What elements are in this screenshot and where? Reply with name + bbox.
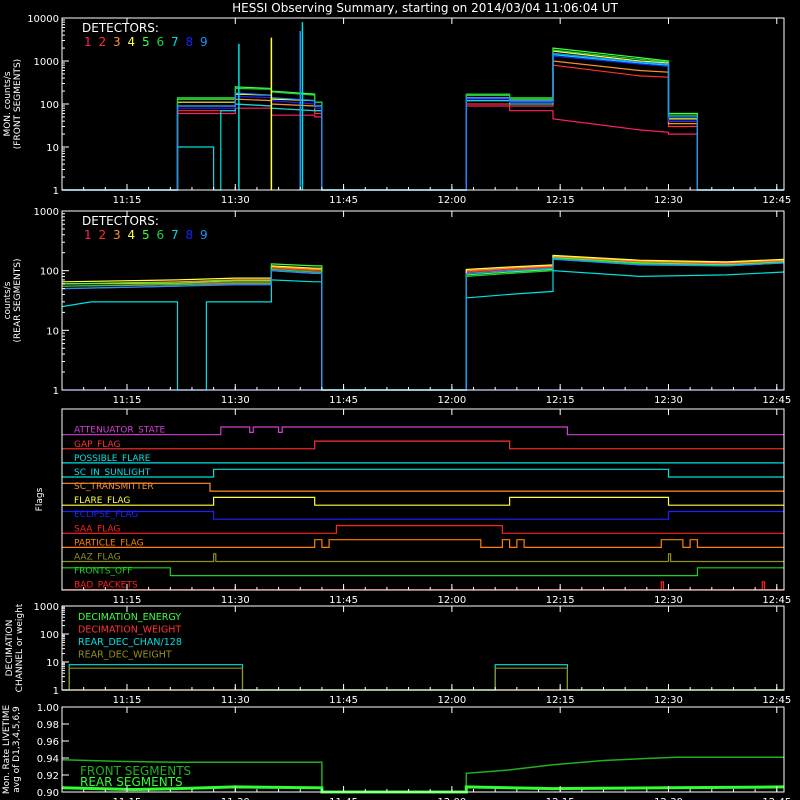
- rear-panel-legend-entry: 5: [142, 228, 150, 242]
- front-panel-legend-entry: 8: [186, 35, 194, 49]
- front-panel-xtick-label: 12:45: [762, 195, 791, 206]
- front-panel-xtick-label: 12:30: [654, 195, 683, 206]
- decimation-panel-ytick-label: 1: [53, 686, 59, 697]
- front-panel-xtick-label: 12:15: [546, 195, 575, 206]
- rear-panel-ylabel: (REAR SEGMENTS): [13, 258, 23, 342]
- flag-label: AAZ_FLAG: [74, 552, 121, 562]
- decimation-panel-xtick-label: 11:15: [113, 695, 142, 706]
- livetime-panel-ytick-label: 1.00: [37, 703, 59, 714]
- decimation-panel-xtick-label: 12:00: [437, 695, 466, 706]
- rear-panel-legend-entry: 8: [186, 228, 194, 242]
- front-panel-ytick-label: 1: [53, 186, 59, 197]
- decimation-panel-ytick-label: 1000: [34, 602, 59, 613]
- decimation-panel-xtick-label: 11:45: [329, 695, 358, 706]
- front-panel-xtick-label: 12:00: [437, 195, 466, 206]
- flag-label: POSSIBLE_FLARE: [74, 454, 151, 464]
- rear-panel-legend-entry: 4: [128, 228, 136, 242]
- livetime-panel-ytick-label: 0.90: [37, 788, 59, 799]
- front-panel-legend-entry: 9: [200, 35, 208, 49]
- flag-label: SC_TRANSMITTER: [74, 482, 154, 492]
- figure-title: HESSI Observing Summary, starting on 201…: [232, 1, 618, 15]
- decimation-panel-xtick-label: 11:30: [221, 695, 250, 706]
- livetime-legend-entry: REAR SEGMENTS: [80, 775, 183, 789]
- rear-panel-xtick-label: 11:30: [221, 395, 250, 406]
- front-panel-legend-entry: 4: [128, 35, 136, 49]
- front-panel-ylabel: (FRONT SEGMENTS): [13, 59, 23, 149]
- front-panel-legend-entry: 6: [157, 35, 165, 49]
- decimation-legend-entry: DECIMATION_WEIGHT: [78, 625, 181, 636]
- flag-label: FLARE_FLAG: [74, 496, 130, 506]
- hessi-summary-figure: HESSI Observing Summary, starting on 201…: [0, 0, 800, 800]
- rear-panel-legend-entry: 9: [200, 228, 208, 242]
- rear-panel-ytick-label: 100: [40, 267, 59, 278]
- decimation-panel-ylabel: CHANNEL or weight: [15, 603, 25, 692]
- decimation-panel-xtick-label: 12:45: [762, 695, 791, 706]
- livetime-panel-ytick-label: 0.92: [37, 771, 59, 782]
- flags-panel-xtick-label: 12:15: [546, 595, 575, 606]
- front-panel-xtick-label: 11:15: [113, 195, 142, 206]
- flags-panel-xtick-label: 11:15: [113, 595, 142, 606]
- rear-panel-legend-title: DETECTORS:: [82, 214, 159, 228]
- flag-label: ECLIPSE_FLAG: [74, 510, 138, 520]
- front-panel-ytick-label: 10000: [27, 14, 59, 25]
- front-panel-ytick-label: 100: [40, 100, 59, 111]
- livetime-panel-ylabel: Mon. Rate LIVETIME: [2, 705, 12, 795]
- front-panel-legend-entry: 3: [113, 35, 121, 49]
- decimation-legend-entry: DECIMATION_ENERGY: [78, 612, 181, 623]
- livetime-panel-ytick-label: 0.96: [37, 737, 59, 748]
- rear-panel-legend-entry: 3: [113, 228, 121, 242]
- front-panel-legend-entry: 5: [142, 35, 150, 49]
- decimation-legend-entry: REAR_DEC_WEIGHT: [78, 650, 172, 661]
- flags-panel-xtick-label: 12:45: [762, 595, 791, 606]
- decimation-panel-xtick-label: 12:30: [654, 695, 683, 706]
- flags-panel-xtick-label: 12:00: [437, 595, 466, 606]
- front-panel-legend-entry: 1: [84, 35, 92, 49]
- rear-panel-legend-entry: 6: [157, 228, 165, 242]
- flags-panel-xtick-label: 11:45: [329, 595, 358, 606]
- flags-panel-xtick-label: 11:30: [221, 595, 250, 606]
- flags-panel-ylabel: Flags: [35, 487, 45, 511]
- rear-panel-xtick-label: 11:45: [329, 395, 358, 406]
- rear-panel-xtick-label: 12:30: [654, 395, 683, 406]
- rear-panel-ytick-label: 10: [46, 326, 59, 337]
- flags-panel-xtick-label: 12:30: [654, 595, 683, 606]
- flag-label: PARTICLE_FLAG: [74, 538, 144, 548]
- rear-panel-ytick-label: 1: [53, 386, 59, 397]
- front-panel-legend-entry: 2: [99, 35, 107, 49]
- decimation-legend-entry: REAR_DEC_CHAN/128: [78, 637, 182, 648]
- decimation-panel-ylabel: DECIMATION: [5, 620, 15, 677]
- rear-panel-xtick-label: 12:00: [437, 395, 466, 406]
- rear-panel-legend-entry: 2: [99, 228, 107, 242]
- rear-panel-xtick-label: 12:45: [762, 395, 791, 406]
- decimation-panel-ytick-label: 100: [40, 630, 59, 641]
- front-panel-ytick-label: 10: [46, 143, 59, 154]
- front-panel-xtick-label: 11:30: [221, 195, 250, 206]
- flag-label: FRONTS_OFF: [74, 567, 132, 577]
- livetime-panel-ylabel: avg of D1,3,4,5,6,9: [12, 706, 22, 793]
- front-panel-ytick-label: 1000: [34, 57, 59, 68]
- rear-panel-legend-entry: 7: [171, 228, 179, 242]
- flag-label: SC_IN_SUNLIGHT: [74, 468, 151, 478]
- front-panel-ylabel: MON. counts/s: [3, 71, 13, 136]
- rear-panel-ylabel: counts/s: [3, 281, 13, 319]
- front-panel-legend-entry: 7: [171, 35, 179, 49]
- livetime-panel-ytick-label: 0.94: [37, 754, 59, 765]
- flag-label: ATTENUATOR_STATE: [74, 426, 166, 436]
- decimation-panel-xtick-label: 12:15: [546, 695, 575, 706]
- rear-panel-xtick-label: 11:15: [113, 395, 142, 406]
- livetime-panel-ytick-label: 0.98: [37, 720, 59, 731]
- flag-label: GAP_FLAG: [74, 440, 120, 450]
- front-panel-legend-title: DETECTORS:: [82, 21, 159, 35]
- rear-panel-xtick-label: 12:15: [546, 395, 575, 406]
- flag-label: SAA_FLAG: [74, 524, 120, 534]
- front-panel-xtick-label: 11:45: [329, 195, 358, 206]
- decimation-panel-ytick-label: 10: [46, 658, 59, 669]
- rear-panel-ytick-label: 1000: [34, 207, 59, 218]
- rear-panel-legend-entry: 1: [84, 228, 92, 242]
